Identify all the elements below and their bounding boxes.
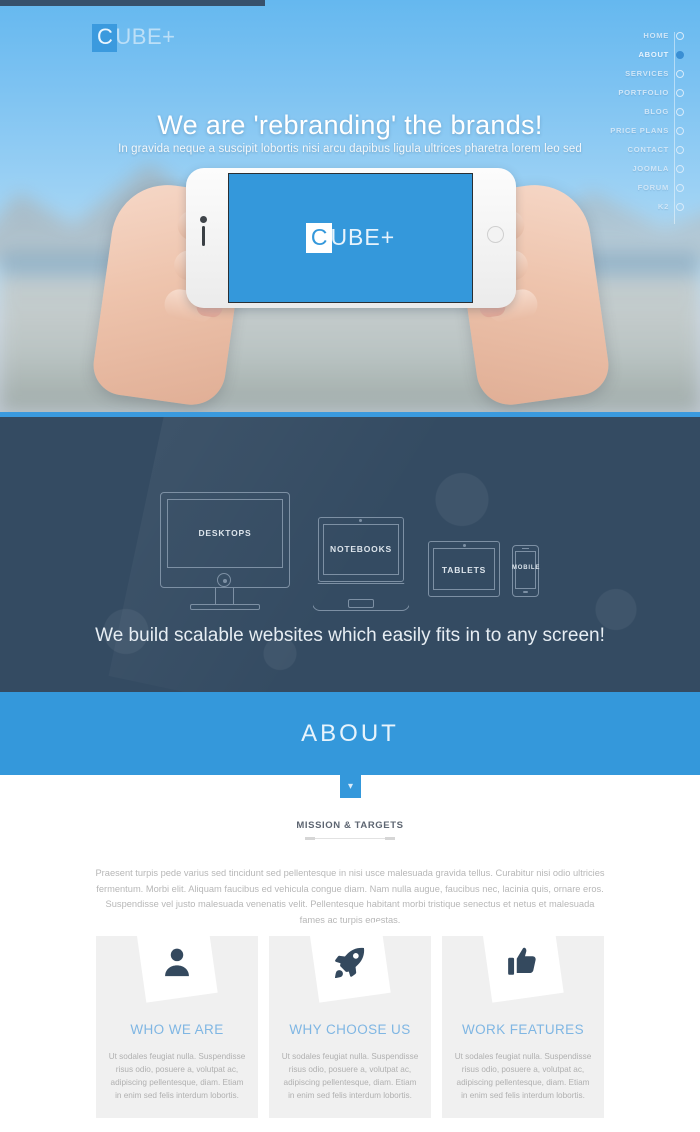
- nav-dot-icon: [676, 202, 684, 211]
- nav-label: HOME: [643, 31, 669, 40]
- nav-dot-icon: [676, 69, 684, 78]
- earpiece-speaker: [202, 226, 205, 246]
- nav-dot-icon: [676, 183, 684, 192]
- mobile-speaker-icon: [522, 548, 529, 549]
- about-banner: ABOUT: [0, 692, 700, 775]
- card-work-features[interactable]: WORK FEATURES Ut sodales feugiat nulla. …: [442, 921, 604, 1118]
- feature-cards: WHO WE ARE Ut sodales feugiat nulla. Sus…: [96, 921, 604, 1118]
- device-label: DESKTOPS: [198, 528, 252, 538]
- nav-dot-icon: [676, 164, 684, 173]
- sidebar-item-services[interactable]: SERVICES: [564, 64, 684, 83]
- hero-phone-with-hands: CUBE+: [89, 168, 613, 412]
- nav-label: K2: [657, 202, 669, 211]
- side-navigation: HOME ABOUT SERVICES PORTFOLIO BLOG PRICE…: [564, 26, 684, 224]
- sidebar-item-portfolio[interactable]: PORTFOLIO: [564, 83, 684, 102]
- device-notebook: NOTEBOOKS: [312, 517, 410, 617]
- thumbs-up-icon: [508, 947, 536, 975]
- nav-label: FORUM: [637, 183, 669, 192]
- nav-dot-icon: [676, 88, 684, 97]
- card-title: WORK FEATURES: [462, 1022, 584, 1037]
- sidebar-item-joomla[interactable]: JOOMLA: [564, 159, 684, 178]
- card-icon-tile: [482, 921, 564, 1003]
- nav-dot-icon: [676, 145, 684, 154]
- nav-dot-icon: [676, 107, 684, 116]
- phone-logo-boxed-letter: C: [305, 223, 333, 253]
- sidebar-item-k2[interactable]: K2: [564, 197, 684, 216]
- nav-label: ABOUT: [638, 50, 669, 59]
- nav-label: JOOMLA: [632, 164, 669, 173]
- device-tablet: TABLETS: [428, 541, 500, 597]
- logo-boxed-letter: C: [92, 24, 118, 52]
- rocket-icon: [335, 947, 365, 979]
- nav-dot-icon: [676, 31, 684, 40]
- notebook-trackpad: [348, 599, 374, 608]
- logo-rest: UBE+: [115, 24, 176, 49]
- card-icon-tile: [309, 921, 391, 1003]
- card-icon-tile: [136, 921, 218, 1003]
- device-mobile: MOBILE: [512, 545, 539, 597]
- card-text: Ut sodales feugiat nulla. Suspendisse ri…: [454, 1052, 592, 1100]
- nav-label: PORTFOLIO: [618, 88, 669, 97]
- phone-screen: CUBE+: [228, 173, 473, 303]
- smartphone-device: CUBE+: [186, 168, 516, 308]
- card-title: WHY CHOOSE US: [289, 1022, 411, 1037]
- card-text: Ut sodales feugiat nulla. Suspendisse ri…: [281, 1052, 419, 1100]
- nav-label: PRICE PLANS: [610, 126, 669, 135]
- device-illustrations: DESKTOPS NOTEBOOKS TABLETS MOBILE: [0, 475, 700, 630]
- monitor-base: [190, 604, 260, 610]
- responsive-tagline: We build scalable websites which easily …: [95, 625, 605, 646]
- sidebar-item-about[interactable]: ABOUT: [564, 45, 684, 64]
- device-desktop: DESKTOPS: [160, 492, 290, 614]
- phone-screen-logo: CUBE+: [229, 223, 472, 253]
- page-loading-bar: [0, 0, 265, 6]
- card-text: Ut sodales feugiat nulla. Suspendisse ri…: [108, 1052, 246, 1100]
- home-button[interactable]: [487, 226, 504, 243]
- sidebar-item-blog[interactable]: BLOG: [564, 102, 684, 121]
- device-label: MOBILE: [512, 565, 541, 571]
- mission-body-text: Praesent turpis pede varius sed tincidun…: [95, 868, 605, 925]
- monitor-stand: [215, 588, 234, 604]
- nav-label: SERVICES: [625, 69, 669, 78]
- heading-divider: [305, 837, 395, 840]
- power-button-icon: [217, 573, 231, 587]
- site-logo[interactable]: CUBE+: [92, 24, 175, 52]
- section-heading-mission: MISSION & TARGETS: [296, 820, 404, 831]
- chevron-down-icon: ▾: [347, 781, 354, 792]
- webcam-icon: [359, 519, 362, 522]
- nav-label: BLOG: [644, 107, 669, 116]
- nav-dot-icon: [676, 50, 684, 59]
- nav-label: CONTACT: [627, 145, 669, 154]
- about-banner-title: ABOUT: [301, 719, 399, 747]
- sidebar-item-price-plans[interactable]: PRICE PLANS: [564, 121, 684, 140]
- nav-dot-icon: [676, 126, 684, 135]
- responsive-devices-section: DESKTOPS NOTEBOOKS TABLETS MOBILE We bui…: [0, 417, 700, 692]
- tablet-camera-icon: [463, 544, 466, 547]
- front-camera-icon: [200, 216, 207, 223]
- user-icon: [165, 948, 189, 977]
- scroll-down-tab[interactable]: ▾: [340, 775, 361, 798]
- mobile-home-button: [523, 591, 528, 593]
- sidebar-item-contact[interactable]: CONTACT: [564, 140, 684, 159]
- device-label: TABLETS: [441, 565, 487, 575]
- landing-page: We are 'rebranding' the brands! In gravi…: [0, 0, 700, 1132]
- sidebar-item-home[interactable]: HOME: [564, 26, 684, 45]
- card-why-choose-us[interactable]: WHY CHOOSE US Ut sodales feugiat nulla. …: [269, 921, 431, 1118]
- phone-logo-rest: UBE+: [330, 224, 396, 250]
- sidebar-item-forum[interactable]: FORUM: [564, 178, 684, 197]
- card-who-we-are[interactable]: WHO WE ARE Ut sodales feugiat nulla. Sus…: [96, 921, 258, 1118]
- card-title: WHO WE ARE: [130, 1022, 224, 1037]
- device-label: NOTEBOOKS: [330, 544, 392, 554]
